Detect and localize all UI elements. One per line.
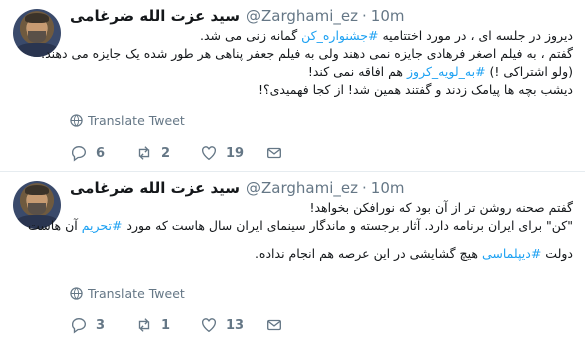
tweet-header: سید عزت الله ضرغامی @Zarghami_ez · 10m [70, 177, 405, 199]
like-count: 19 [226, 145, 245, 161]
retweet-button[interactable]: 2 [135, 144, 200, 162]
like-button[interactable]: 19 [200, 144, 265, 162]
translate-tweet-link[interactable]: Translate Tweet [70, 286, 185, 301]
retweet-count: 1 [161, 317, 171, 333]
envelope-icon [267, 147, 281, 159]
separator-dot: · [362, 179, 367, 197]
timestamp[interactable]: 10m [371, 7, 405, 25]
hashtag-link[interactable]: #دیپلماسی [482, 246, 541, 261]
heart-icon [202, 146, 216, 161]
reply-count: 3 [96, 317, 106, 333]
hashtag-link[interactable]: #تحریم [82, 218, 123, 233]
author-handle[interactable]: @Zarghami_ez [246, 7, 358, 25]
globe-icon [70, 114, 83, 127]
tweet-actions: 3 1 13 [70, 316, 330, 334]
translate-label[interactable]: Translate Tweet [88, 113, 185, 128]
author-handle[interactable]: @Zarghami_ez [246, 179, 358, 197]
like-count: 13 [226, 317, 245, 333]
timestamp[interactable]: 10m [371, 179, 405, 197]
retweet-icon [138, 146, 150, 160]
retweet-icon [138, 318, 150, 332]
envelope-icon [267, 319, 281, 331]
tweet-line: دولت #دیپلماسی هیچ گشایشی در این عرصه هم… [254, 246, 573, 261]
reply-button[interactable]: 3 [70, 316, 135, 334]
tweet-line: (ولو اشتراکی !) #به_لویه_کروز هم افاقه ن… [307, 64, 573, 79]
translate-tweet-link[interactable]: Translate Tweet [70, 113, 185, 128]
separator-dot: · [362, 7, 367, 25]
globe-icon [70, 287, 83, 300]
hashtag-link[interactable]: #جشنواره_کن [301, 28, 378, 43]
author-name[interactable]: سید عزت الله ضرغامی [70, 7, 240, 25]
tweet-line: دیروز در جلسه ای ، در مورد اختتامیه #جشن… [200, 28, 573, 43]
heart-icon [202, 318, 216, 333]
reply-button[interactable]: 6 [70, 144, 135, 162]
direct-message-button[interactable] [265, 144, 330, 162]
translate-label[interactable]: Translate Tweet [88, 286, 185, 301]
retweet-count: 2 [161, 145, 171, 161]
tweet-line: دیشب بچه ها پیامک زدند و گفتند همین شد! … [257, 82, 573, 97]
tweet[interactable]: سید عزت الله ضرغامی @Zarghami_ez · 10m د… [0, 0, 585, 172]
tweet-line: گفتم ، به فیلم اصغر فرهادی جایزه نمی دهن… [41, 46, 573, 61]
tweet-text: دیروز در جلسه ای ، در مورد اختتامیه #جشن… [41, 27, 573, 99]
reply-icon [72, 146, 86, 162]
tweet-line: گفتم صحنه روشن تر از آن بود که نورافکن ب… [309, 200, 573, 215]
tweet-text: گفتم صحنه روشن تر از آن بود که نورافکن ب… [27, 199, 573, 263]
retweet-button[interactable]: 1 [135, 316, 200, 334]
tweet-line: "کن" برای ایران برنامه دارد. آثار برجسته… [27, 218, 573, 233]
tweet-header: سید عزت الله ضرغامی @Zarghami_ez · 10m [70, 5, 405, 27]
tweet[interactable]: سید عزت الله ضرغامی @Zarghami_ez · 10m گ… [0, 172, 585, 345]
like-button[interactable]: 13 [200, 316, 265, 334]
hashtag-link[interactable]: #به_لویه_کروز [407, 64, 486, 79]
reply-count: 6 [96, 145, 106, 161]
author-name[interactable]: سید عزت الله ضرغامی [70, 179, 240, 197]
reply-icon [72, 318, 86, 334]
tweet-actions: 6 2 19 [70, 144, 330, 162]
direct-message-button[interactable] [265, 316, 330, 334]
